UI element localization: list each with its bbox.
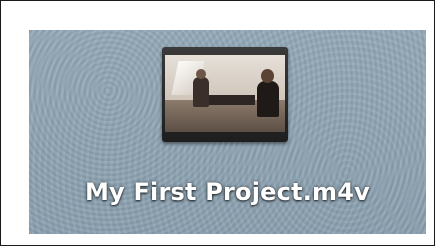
video-thumbnail [165, 55, 285, 132]
thumbnail-person-left-head [196, 69, 206, 79]
desktop-background: My First Project.m4v [29, 30, 426, 234]
thumbnail-person-right-head [261, 69, 274, 83]
screenshot-frame: My First Project.m4v [0, 0, 435, 246]
movie-file-icon[interactable] [162, 47, 288, 142]
thumbnail-person-left [193, 77, 209, 107]
file-name-label[interactable]: My First Project.m4v [29, 178, 426, 206]
thumbnail-desk [205, 95, 255, 105]
thumbnail-person-right [257, 81, 279, 117]
